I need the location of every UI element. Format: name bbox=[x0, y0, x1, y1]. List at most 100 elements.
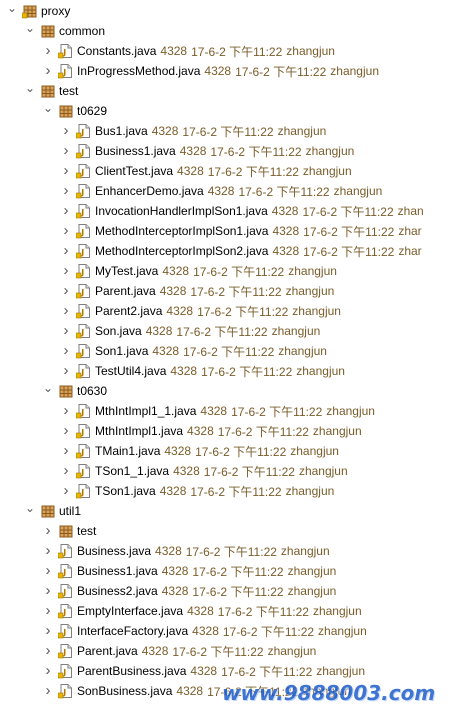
tree-item-file-parentbusiness[interactable]: JParentBusiness.java432817-6-2 下午11:22zh… bbox=[0, 661, 462, 681]
tree-item-file-interfacefactory[interactable]: JInterfaceFactory.java432817-6-2 下午11:22… bbox=[0, 621, 462, 641]
tree-item-file-emptyinterface[interactable]: JEmptyInterface.java432817-6-2 下午11:22zh… bbox=[0, 601, 462, 621]
tree-item-file-business[interactable]: JBusiness.java432817-6-2 下午11:22zhangjun bbox=[0, 541, 462, 561]
tree-item-label: util1 bbox=[59, 504, 82, 518]
chevron-right-icon[interactable] bbox=[42, 581, 54, 601]
tree-item-label: InterfaceFactory.java bbox=[77, 624, 189, 638]
chevron-right-icon[interactable] bbox=[42, 641, 54, 661]
tree-item-file-methodinterceptorimplson2[interactable]: JMethodInterceptorImplSon2.java432817-6-… bbox=[0, 241, 462, 261]
tree-item-file-clienttest[interactable]: JClientTest.java432817-6-2 下午11:22zhangj… bbox=[0, 161, 462, 181]
svn-date: 17-6-2 下午11:22 bbox=[203, 464, 295, 479]
chevron-right-icon[interactable] bbox=[42, 61, 54, 81]
chevron-right-icon[interactable] bbox=[60, 261, 72, 281]
chevron-right-icon[interactable] bbox=[42, 561, 54, 581]
chevron-down-icon[interactable] bbox=[24, 501, 36, 521]
tree-item-file-inprogressmethod[interactable]: JInProgressMethod.java432817-6-2 下午11:22… bbox=[0, 61, 462, 81]
svn-rev: 4328 bbox=[152, 344, 180, 358]
svn-rev: 4328 bbox=[145, 324, 173, 338]
svn-rev: 4328 bbox=[162, 264, 190, 278]
chevron-right-icon[interactable] bbox=[42, 521, 54, 541]
tree-item-file-tson1-1[interactable]: JTSon1_1.java432817-6-2 下午11:22zhangjun bbox=[0, 461, 462, 481]
chevron-right-icon[interactable] bbox=[42, 41, 54, 61]
chevron-right-icon[interactable] bbox=[60, 121, 72, 141]
chevron-right-icon[interactable] bbox=[42, 621, 54, 641]
tree-item-file-son1[interactable]: JSon1.java432817-6-2 下午11:22zhangjun bbox=[0, 341, 462, 361]
tree-item-file-invocationhandlerimplson1[interactable]: JInvocationHandlerImplSon1.java432817-6-… bbox=[0, 201, 462, 221]
chevron-right-icon[interactable] bbox=[60, 301, 72, 321]
chevron-down-icon[interactable] bbox=[24, 21, 36, 41]
tree-item-file-business1-t0629[interactable]: JBusiness1.java432817-6-2 下午11:22zhangju… bbox=[0, 141, 462, 161]
chevron-right-icon[interactable] bbox=[60, 141, 72, 161]
tree-item-project-proxy[interactable]: proxy bbox=[0, 1, 462, 21]
tree-item-label: MthIntImpl1_1.java bbox=[95, 404, 197, 418]
tree-item-file-constants[interactable]: JConstants.java432817-6-2 下午11:22zhangju… bbox=[0, 41, 462, 61]
chevron-right-icon[interactable] bbox=[60, 401, 72, 421]
chevron-right-icon[interactable] bbox=[42, 601, 54, 621]
java-file-icon: J bbox=[76, 303, 92, 319]
chevron-right-icon[interactable] bbox=[42, 681, 54, 701]
tree-item-file-business1-util1[interactable]: JBusiness1.java432817-6-2 下午11:22zhangju… bbox=[0, 561, 462, 581]
tree-item-file-son[interactable]: JSon.java432817-6-2 下午11:22zhangjun bbox=[0, 321, 462, 341]
tree-item-package-util1-test[interactable]: test bbox=[0, 521, 462, 541]
chevron-down-icon[interactable] bbox=[24, 81, 36, 101]
tree-item-label: test bbox=[77, 524, 97, 538]
package-icon bbox=[58, 383, 74, 399]
svn-date: 17-6-2 下午11:22 bbox=[182, 124, 274, 139]
svn-author: zhangjun bbox=[267, 644, 317, 658]
svn-author: zhangjun bbox=[326, 404, 375, 418]
chevron-right-icon[interactable] bbox=[60, 481, 72, 501]
java-file-icon: J bbox=[76, 283, 92, 299]
tree-item-file-business2[interactable]: JBusiness2.java432817-6-2 下午11:22zhangju… bbox=[0, 581, 462, 601]
chevron-right-icon[interactable] bbox=[60, 421, 72, 441]
tree-item-file-mytest[interactable]: JMyTest.java432817-6-2 下午11:22zhangjun bbox=[0, 261, 462, 281]
tree-item-file-parent2[interactable]: JParent2.java432817-6-2 下午11:22zhangjun bbox=[0, 301, 462, 321]
tree-item-label: TSon1_1.java bbox=[95, 464, 170, 478]
chevron-right-icon[interactable] bbox=[60, 441, 72, 461]
tree-item-package-test[interactable]: test bbox=[0, 81, 462, 101]
tree-item-file-mthintimpl1-1[interactable]: JMthIntImpl1_1.java432817-6-2 下午11:22zha… bbox=[0, 401, 462, 421]
chevron-right-icon[interactable] bbox=[60, 281, 72, 301]
tree-item-package-common[interactable]: common bbox=[0, 21, 462, 41]
svn-author: zhangjun bbox=[288, 264, 337, 278]
java-file-icon: J bbox=[58, 543, 74, 559]
tree-item-file-parent-t0629[interactable]: JParent.java432817-6-2 下午11:22zhangjun bbox=[0, 281, 462, 301]
tree-item-label: MethodInterceptorImplSon1.java bbox=[95, 224, 269, 238]
chevron-right-icon[interactable] bbox=[60, 161, 72, 181]
svn-rev: 4328 bbox=[173, 464, 200, 478]
chevron-right-icon[interactable] bbox=[60, 341, 72, 361]
svn-author: zhangjun bbox=[312, 424, 362, 438]
tree-item-label: ParentBusiness.java bbox=[77, 664, 187, 678]
tree-item-file-mthintimpl1[interactable]: JMthIntImpl1.java432817-6-2 下午11:22zhang… bbox=[0, 421, 462, 441]
tree-item-file-bus1[interactable]: JBus1.java432817-6-2 下午11:22zhangjun bbox=[0, 121, 462, 141]
watermark: www.9888003.com bbox=[222, 681, 436, 705]
java-file-icon: J bbox=[76, 163, 92, 179]
chevron-right-icon[interactable] bbox=[60, 201, 72, 221]
java-file-icon: J bbox=[58, 663, 74, 679]
svn-rev: 4328 bbox=[170, 364, 198, 378]
svn-rev: 4328 bbox=[166, 304, 194, 318]
chevron-right-icon[interactable] bbox=[42, 661, 54, 681]
tree-item-package-util1[interactable]: util1 bbox=[0, 501, 462, 521]
tree-item-file-methodinterceptorimplson1[interactable]: JMethodInterceptorImplSon1.java432817-6-… bbox=[0, 221, 462, 241]
svn-rev: 4328 bbox=[187, 604, 214, 618]
tree-item-file-parent-util1[interactable]: JParent.java432817-6-2 下午11:22zhangjun bbox=[0, 641, 462, 661]
svn-rev: 4328 bbox=[207, 184, 235, 198]
chevron-down-icon[interactable] bbox=[42, 101, 54, 121]
chevron-right-icon[interactable] bbox=[60, 221, 72, 241]
tree-item-file-tson1[interactable]: JTSon1.java432817-6-2 下午11:22zhangjun bbox=[0, 481, 462, 501]
svn-author: zhangjun bbox=[316, 664, 365, 678]
svn-rev: 4328 bbox=[272, 224, 300, 238]
chevron-right-icon[interactable] bbox=[60, 241, 72, 261]
chevron-down-icon[interactable] bbox=[42, 381, 54, 401]
tree-item-file-tmain1[interactable]: JTMain1.java432817-6-2 下午11:22zhangjun bbox=[0, 441, 462, 461]
chevron-right-icon[interactable] bbox=[60, 461, 72, 481]
chevron-right-icon[interactable] bbox=[42, 541, 54, 561]
tree-item-package-t0629[interactable]: t0629 bbox=[0, 101, 462, 121]
chevron-right-icon[interactable] bbox=[60, 181, 72, 201]
chevron-right-icon[interactable] bbox=[60, 361, 72, 381]
chevron-down-icon[interactable] bbox=[6, 1, 18, 21]
tree-item-file-testutil4[interactable]: JTestUtil4.java432817-6-2 下午11:22zhangju… bbox=[0, 361, 462, 381]
tree-item-package-t0630[interactable]: t0630 bbox=[0, 381, 462, 401]
svn-author: zhangjun bbox=[290, 444, 339, 458]
chevron-right-icon[interactable] bbox=[60, 321, 72, 341]
tree-item-file-enhancerdemo[interactable]: JEnhancerDemo.java432817-6-2 下午11:22zhan… bbox=[0, 181, 462, 201]
